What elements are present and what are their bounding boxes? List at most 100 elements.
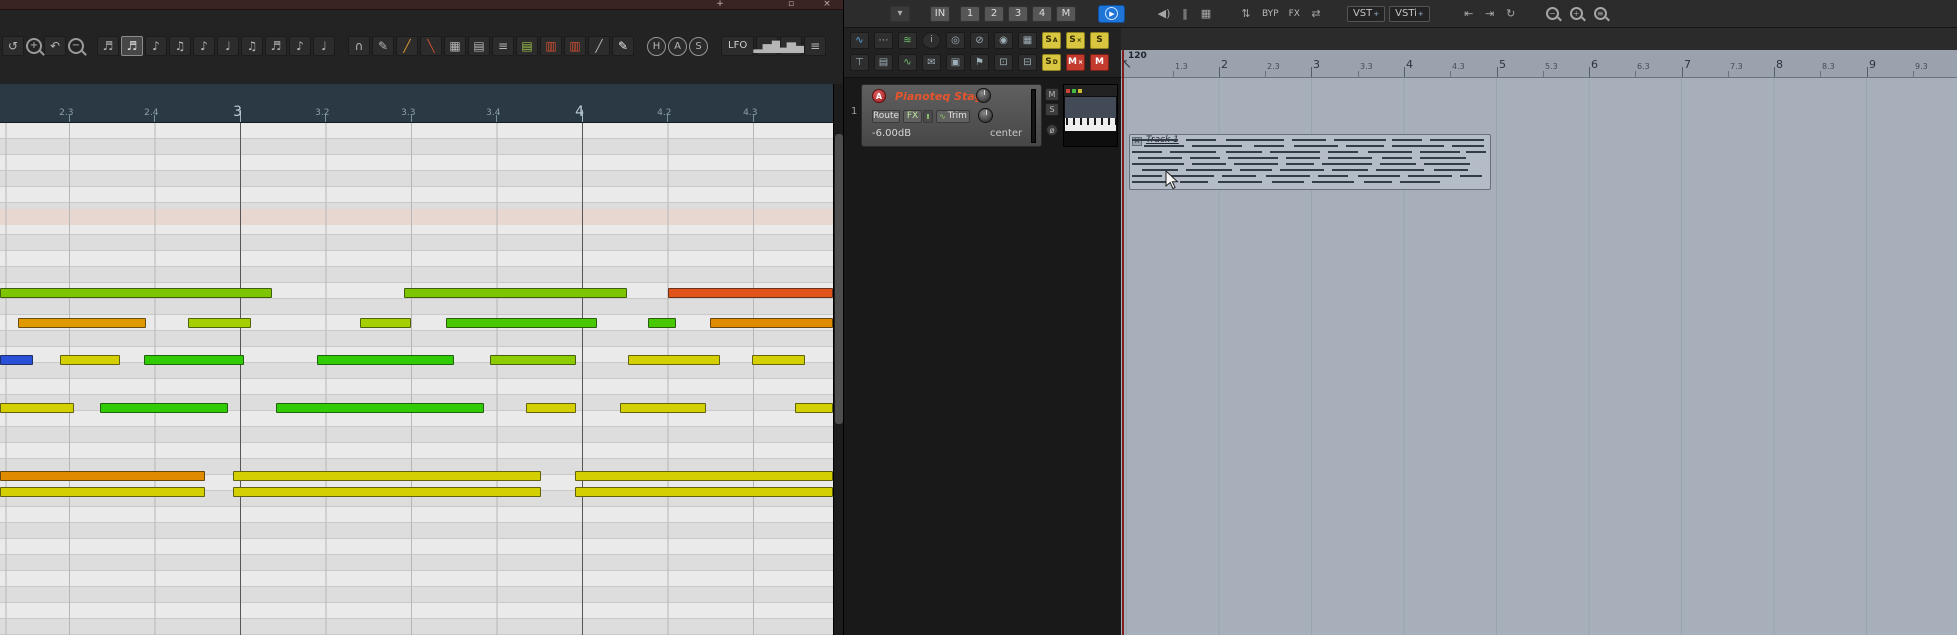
track-solo-button[interactable]: S (1045, 103, 1059, 116)
mute-clear-button[interactable]: M× (1066, 54, 1085, 71)
split-marker-icon[interactable]: ▥ (540, 36, 562, 56)
undo-icon[interactable]: ↶ (44, 36, 66, 56)
midi-editor-titlebar[interactable]: + ▫ × (0, 0, 843, 10)
track-mute-button[interactable]: M (1045, 88, 1059, 101)
midi-note[interactable] (404, 288, 627, 298)
midi-note[interactable] (575, 487, 833, 497)
bypass-label[interactable]: BYP (1259, 9, 1282, 19)
midi-note[interactable] (526, 403, 576, 413)
midi-note[interactable] (233, 471, 541, 481)
quarter-note-icon[interactable]: ♩ (217, 36, 239, 56)
meter-icon[interactable]: ‖ (1176, 6, 1194, 22)
monitor-icon[interactable]: ◀) (1155, 6, 1173, 22)
tempo-marker[interactable]: 120 (1128, 51, 1147, 61)
notes-icon[interactable]: ✉ (922, 54, 941, 71)
pan-knob[interactable] (976, 88, 991, 103)
arrange-grid[interactable]: M Track 1 (1121, 78, 1957, 635)
eighth-note-icon[interactable]: ♫ (169, 36, 191, 56)
folder-icon[interactable]: ⊡ (994, 54, 1013, 71)
input-button[interactable]: IN (930, 6, 950, 22)
midi-note[interactable] (620, 403, 706, 413)
show-all-icon[interactable]: ◎ (946, 32, 965, 49)
lfo-button[interactable]: LFO (721, 36, 754, 56)
record-arm-button[interactable]: A (872, 89, 886, 103)
velocity-ramp-up-icon[interactable]: ╱ (396, 36, 418, 56)
volume-readout[interactable]: -6.00dB (872, 128, 911, 139)
lock-icon[interactable]: ▣ (946, 54, 965, 71)
line-tool-icon[interactable]: ╱ (588, 36, 610, 56)
tied-note-icon[interactable]: ♫ (241, 36, 263, 56)
volume-knob[interactable] (978, 108, 993, 123)
info-icon[interactable]: i (922, 32, 941, 49)
midi-note[interactable] (18, 318, 146, 328)
snap-to-right-icon[interactable]: ⇥ (1481, 6, 1499, 22)
midi-note[interactable] (0, 471, 205, 481)
routing-icon[interactable]: ⇅ (1237, 6, 1255, 22)
trim-button[interactable]: ∿ Trim (936, 110, 970, 123)
hide-items-icon[interactable]: ⊘ (970, 32, 989, 49)
mixer-thumbnail[interactable] (1063, 84, 1118, 147)
midi-note[interactable] (490, 355, 576, 365)
channel-3-button[interactable]: 3 (1008, 6, 1028, 22)
route-button[interactable]: Route (872, 110, 900, 123)
play-button[interactable]: ▶ (1098, 5, 1125, 23)
channel-1-button[interactable]: 1 (960, 6, 980, 22)
scroll-tool-icon[interactable]: ↺ (2, 36, 24, 56)
grid-division-icon[interactable]: ♬ (97, 36, 119, 56)
menu-icon[interactable]: ≡ (804, 36, 826, 56)
midi-note[interactable] (276, 403, 484, 413)
midi-note[interactable] (0, 403, 74, 413)
midi-note[interactable] (317, 355, 454, 365)
midi-note[interactable] (795, 403, 833, 413)
zoom-in-icon[interactable]: + (1570, 7, 1583, 20)
vsti-button[interactable]: VSTi+ (1389, 6, 1430, 22)
pan-readout[interactable]: center (990, 128, 1022, 139)
midi-note[interactable] (0, 288, 272, 298)
scrollbar-handle[interactable] (835, 134, 843, 424)
velocity-histogram-icon[interactable]: ▂▅▇ (756, 36, 778, 56)
draw-tool-icon[interactable]: ✎ (372, 36, 394, 56)
dotted-eighth-note-icon[interactable]: ♪ (289, 36, 311, 56)
marker-flag-icon[interactable]: ⚑ (970, 54, 989, 71)
zoom-out-icon[interactable]: − (1546, 7, 1559, 20)
fx-bypass-toggle[interactable] (923, 110, 933, 123)
fx-toggle-label[interactable]: FX (1286, 9, 1303, 19)
half-note-icon[interactable]: ♩ (313, 36, 335, 56)
ruler-tool-icon[interactable]: ⊤ (850, 54, 869, 71)
dotted-note-icon[interactable]: ♪ (145, 36, 167, 56)
arrange-view[interactable]: ↖ 120 1.322.333.344.355.366.377.388.399.… (1121, 28, 1957, 635)
midi-item-track1[interactable]: M Track 1 (1129, 134, 1491, 190)
mute-button[interactable]: M (1090, 54, 1109, 71)
grid-division-active-icon[interactable]: ♬ (121, 36, 143, 56)
midi-note[interactable] (446, 318, 597, 328)
piano-roll[interactable] (0, 123, 833, 635)
zoom-horizontal-icon[interactable]: H (647, 37, 666, 56)
solo-button[interactable]: S (1090, 32, 1109, 49)
midi-note[interactable] (188, 318, 251, 328)
midi-note[interactable] (233, 487, 541, 497)
velocity-histogram-2-icon[interactable]: ▃▆▄ (780, 36, 802, 56)
midi-note[interactable] (648, 318, 676, 328)
grid-settings-icon[interactable]: ▤ (874, 54, 893, 71)
zoom-menu-icon[interactable]: ≡ (1594, 7, 1607, 20)
midi-note[interactable] (710, 318, 833, 328)
midi-note[interactable] (100, 403, 228, 413)
restore-window-button[interactable]: ▫ (785, 0, 797, 10)
solo-a-button[interactable]: SA (1042, 32, 1061, 49)
midi-note[interactable] (752, 355, 805, 365)
channel-4-button[interactable]: 4 (1032, 6, 1052, 22)
colored-rows-icon[interactable]: ▤ (516, 36, 538, 56)
snap-icon[interactable]: ∩ (348, 36, 370, 56)
toolbar-dropdown[interactable]: ▾ (890, 6, 910, 22)
triplet-note-icon[interactable]: ♪ (193, 36, 215, 56)
loop-icon[interactable]: ↻ (1502, 6, 1520, 22)
grid-view-icon[interactable]: ▦ (1018, 32, 1037, 49)
midi-note[interactable] (144, 355, 244, 365)
midi-note[interactable] (628, 355, 720, 365)
midi-note[interactable] (60, 355, 120, 365)
channel-2-button[interactable]: 2 (984, 6, 1004, 22)
close-window-button[interactable]: × (821, 0, 833, 10)
solo-clear-button[interactable]: S× (1066, 32, 1085, 49)
midi-note[interactable] (360, 318, 411, 328)
arrange-ruler[interactable]: ↖ 120 1.322.333.344.355.366.377.388.399.… (1121, 50, 1957, 78)
